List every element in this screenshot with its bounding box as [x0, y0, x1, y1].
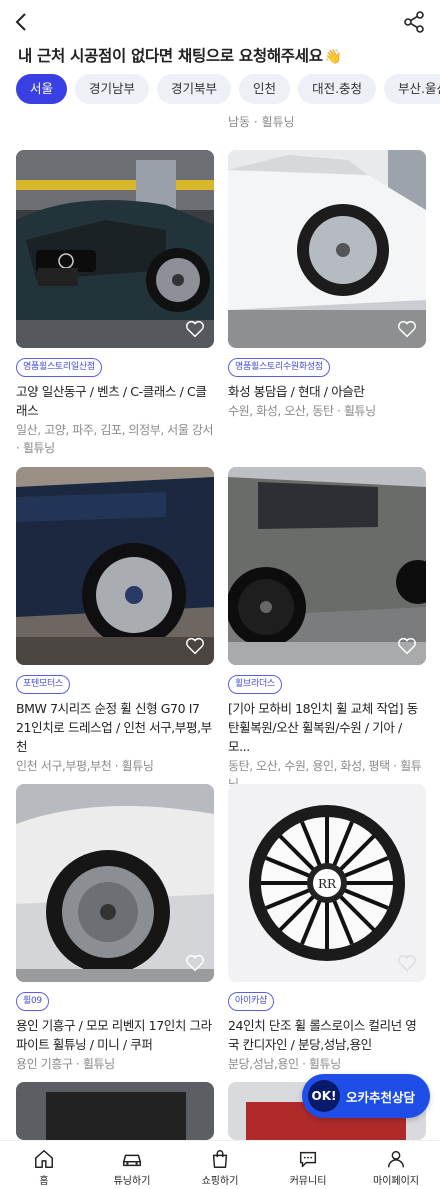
listing-photo-hyundai	[228, 150, 426, 348]
listing-card[interactable]: 휠09 용인 기흥구 / 모모 리벤지 17인치 그라파이트 휠튜닝 / 미니 …	[16, 784, 214, 1073]
bottom-tab-bar: 홈 튜닝하기 쇼핑하기 커뮤니티 마이페이지	[0, 1140, 440, 1189]
listing-card[interactable]: 휠브라더스 [기아 모하비 18인치 휠 교체 작업] 동탄휠복원/오산 휠복원…	[228, 467, 426, 793]
home-icon	[35, 1150, 53, 1168]
listing-meta: 일산, 고양, 파주, 김포, 의정부, 서울 강서 · 휠튜닝	[16, 423, 214, 455]
heart-icon[interactable]	[396, 318, 418, 340]
listing-title: 24인치 단조 휠 롤스로이스 컬리넌 영국 칸디자인 / 분당,성남,용인	[228, 1018, 417, 1052]
tab-shopping-label: 쇼핑하기	[201, 1176, 239, 1187]
listing-card[interactable]: 명품휠스토리일산점 고양 일산동구 / 벤츠 / C-클래스 / C클래스 일산…	[16, 150, 214, 457]
shop-badge: 휠브라더스	[228, 675, 282, 694]
shop-badge: 명품휠스토리일산점	[16, 358, 102, 377]
page-headline: 내 근처 시공점이 없다면 채팅으로 요청해주세요 👋	[18, 44, 342, 66]
listing-title: 고양 일산동구 / 벤츠 / C-클래스 / C클래스	[16, 384, 207, 418]
svg-text:RR: RR	[318, 877, 337, 891]
recommend-consult-button[interactable]: OK! 오카추천상담	[302, 1074, 430, 1118]
region-chip-gyeonggi-south[interactable]: 경기남부	[75, 74, 150, 104]
shop-badge: 아이카샵	[228, 992, 274, 1011]
previous-card-meta: 남동 · 휠튜닝	[228, 104, 428, 138]
shopping-bag-icon	[212, 1150, 228, 1168]
heart-icon[interactable]	[184, 635, 206, 657]
region-chip-incheon[interactable]: 인천	[239, 74, 291, 104]
listing-meta: 용인 기흥구 · 휠튜닝	[16, 1057, 115, 1071]
heart-icon[interactable]	[396, 635, 418, 657]
shop-badge: 포텐모터스	[16, 675, 70, 694]
heart-icon[interactable]	[396, 952, 418, 974]
region-chip-daejeon-chungcheong[interactable]: 대전.충청	[298, 74, 377, 104]
tab-shopping[interactable]: 쇼핑하기	[176, 1141, 264, 1189]
top-bar	[0, 0, 440, 44]
back-arrow-icon[interactable]	[10, 10, 34, 34]
tab-home-label: 홈	[39, 1176, 49, 1187]
tab-tuning[interactable]: 튜닝하기	[88, 1141, 176, 1189]
listing-photo-mercedes	[16, 150, 214, 348]
ok-logo-icon: OK!	[308, 1080, 340, 1112]
tab-home[interactable]: 홈	[0, 1141, 88, 1189]
listing-meta: 분당,성남,용인 · 휠튜닝	[228, 1057, 341, 1071]
shop-badge: 명품휠스토리수원화성점	[228, 358, 330, 377]
headline-text: 내 근처 시공점이 없다면 채팅으로 요청해주세요	[18, 47, 323, 65]
recommend-consult-label: 오카추천상담	[346, 1089, 416, 1105]
listing-card[interactable]: 명품휠스토리수원화성점 화성 봉담읍 / 현대 / 아슬란 수원, 화성, 오산…	[228, 150, 426, 420]
previous-card-meta-text: 남동 · 휠튜닝	[228, 115, 295, 129]
tab-mypage[interactable]: 마이페이지	[352, 1141, 440, 1189]
listing-title: BMW 7시리즈 순정 휠 신형 G70 I7 21인치로 드레스업 / 인천 …	[16, 701, 212, 754]
listing-card[interactable]: RR 아이카샵 24인치 단조 휠 롤스로이스 컬리넌 영국 칸디자인 / 분당…	[228, 784, 426, 1073]
listing-photo-bmw	[16, 467, 214, 665]
shop-badge: 휠09	[16, 992, 49, 1011]
listing-meta: 수원, 화성, 오산, 동탄 · 휠튜닝	[228, 404, 376, 418]
listing-photo-mini	[16, 784, 214, 982]
listing-card[interactable]: 포텐모터스 BMW 7시리즈 순정 휠 신형 G70 I7 21인치로 드레스업…	[16, 467, 214, 775]
user-icon	[387, 1150, 405, 1168]
tab-mypage-label: 마이페이지	[373, 1176, 419, 1187]
tab-community[interactable]: 커뮤니티	[264, 1141, 352, 1189]
car-icon	[123, 1154, 141, 1167]
heart-icon[interactable]	[184, 318, 206, 340]
chat-bubble-icon	[299, 1151, 317, 1168]
region-chip-gyeonggi-north[interactable]: 경기북부	[157, 74, 232, 104]
tab-tuning-label: 튜닝하기	[113, 1176, 151, 1187]
region-filter: 서울 경기남부 경기북부 인천 대전.충청 부산.울산.경남	[16, 74, 440, 104]
listing-title: [기아 모하비 18인치 휠 교체 작업] 동탄휠복원/오산 휠복원/수원 / …	[228, 701, 418, 754]
listing-title: 화성 봉담읍 / 현대 / 아슬란	[228, 384, 365, 399]
heart-icon[interactable]	[184, 952, 206, 974]
tab-community-label: 커뮤니티	[289, 1176, 327, 1187]
share-icon[interactable]	[402, 10, 426, 34]
waving-hand-icon: 👋	[324, 49, 342, 65]
listing-meta: 인천 서구,부평,부천 · 휠튜닝	[16, 759, 154, 773]
listing-photo-kia	[228, 467, 426, 665]
region-chip-busan-ulsan-gyeongnam[interactable]: 부산.울산.경남	[384, 74, 440, 104]
listing-title: 용인 기흥구 / 모모 리벤지 17인치 그라파이트 휠튜닝 / 미니 / 쿠퍼	[16, 1018, 212, 1052]
region-chip-seoul[interactable]: 서울	[16, 74, 68, 104]
listing-photo-rolls-royce-wheel: RR	[228, 784, 426, 982]
